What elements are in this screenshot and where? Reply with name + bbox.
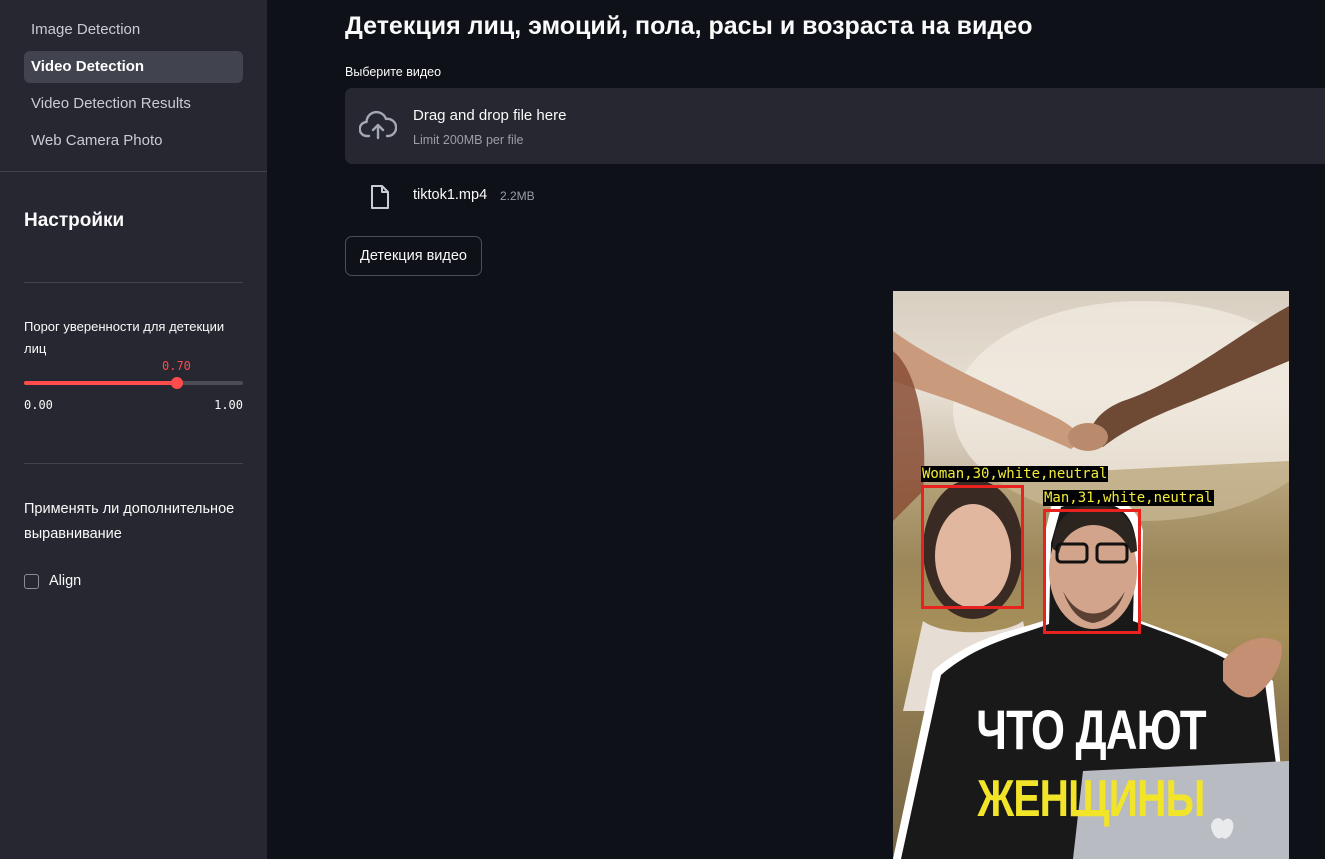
face-box-man (1043, 509, 1141, 634)
align-divider (24, 463, 243, 464)
file-icon (371, 185, 389, 209)
video-caption-line2: ЖЕНЩИНЫ (977, 770, 1205, 828)
slider-max-label: 1.00 (214, 398, 243, 412)
confidence-slider-value: 0.70 (162, 359, 191, 373)
sidebar-nav: Image Detection Video Detection Video De… (0, 0, 267, 157)
align-checkbox[interactable] (24, 573, 39, 589)
video-caption-line1: ЧТО ДАЮТ (976, 698, 1206, 761)
cloud-upload-icon (359, 110, 397, 140)
main-content: Детекция лиц, эмоций, пола, расы и возра… (267, 0, 1325, 859)
face-box-woman (921, 485, 1024, 609)
align-checkbox-row[interactable]: Align (24, 573, 81, 589)
confidence-slider-label: Порог уверенности для детекции лиц (24, 319, 225, 356)
nav-item-video-detection-results[interactable]: Video Detection Results (24, 88, 243, 120)
file-size: 2.2MB (500, 189, 535, 203)
settings-divider (24, 282, 243, 283)
page-title: Детекция лиц, эмоций, пола, расы и возра… (345, 12, 1033, 40)
sidebar-divider (0, 171, 267, 172)
nav-item-video-detection[interactable]: Video Detection (24, 51, 243, 83)
slider-thumb[interactable] (171, 377, 183, 389)
detection-label-woman: Woman,30,white,neutral (921, 466, 1109, 482)
dropzone-limit: Limit 200MB per file (413, 133, 524, 147)
detection-label-man: Man,31,white,neutral (1043, 490, 1214, 506)
video-frame[interactable]: Woman,30,white,neutral Man,31,white,neut… (893, 291, 1289, 859)
file-name: tiktok1.mp4 (413, 187, 488, 203)
dropzone-instruction: Drag and drop file here (413, 107, 567, 124)
align-question: Применять ли дополнительное выравнивание (24, 501, 235, 542)
slider-min-label: 0.00 (24, 398, 53, 412)
uploaded-file: tiktok1.mp4 2.2MB (345, 183, 945, 209)
slider-track[interactable] (24, 381, 243, 385)
detect-video-button[interactable]: Детекция видео (345, 236, 482, 276)
settings-title: Настройки (24, 210, 125, 231)
file-dropzone[interactable]: Drag and drop file here Limit 200MB per … (345, 88, 1325, 164)
uploader-label: Выберите видео (345, 65, 442, 79)
sidebar: Image Detection Video Detection Video De… (0, 0, 267, 859)
align-checkbox-label: Align (49, 573, 82, 589)
slider-fill (24, 381, 177, 385)
nav-item-web-camera-photo[interactable]: Web Camera Photo (24, 125, 243, 157)
confidence-slider[interactable]: 0.70 0.00 1.00 (24, 356, 243, 416)
nav-item-image-detection[interactable]: Image Detection (24, 14, 243, 46)
